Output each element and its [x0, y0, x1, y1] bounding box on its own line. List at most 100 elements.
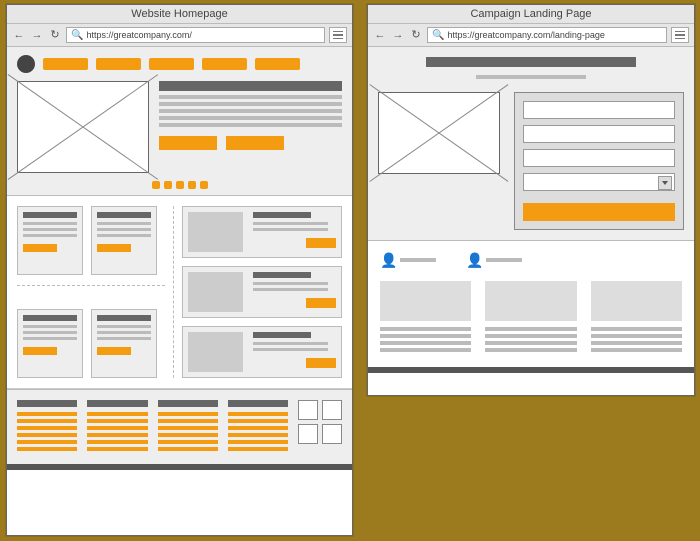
footer-link[interactable] — [158, 440, 218, 444]
feature-image — [485, 281, 576, 321]
cta-button[interactable] — [226, 136, 284, 150]
back-button[interactable]: ← — [373, 28, 387, 42]
social-icon[interactable] — [298, 400, 318, 420]
list-item[interactable] — [182, 206, 342, 258]
nav-link[interactable] — [255, 58, 300, 70]
footer-link[interactable] — [228, 419, 288, 423]
content-card[interactable] — [91, 309, 157, 378]
nav-link[interactable] — [149, 58, 194, 70]
carousel-dot[interactable] — [152, 181, 160, 189]
footer-link[interactable] — [87, 419, 147, 423]
submit-button[interactable] — [523, 203, 675, 221]
vertical-divider — [173, 206, 174, 378]
card-title — [97, 212, 151, 218]
card-cta[interactable] — [97, 244, 131, 252]
nav-link[interactable] — [43, 58, 88, 70]
footer-link[interactable] — [228, 433, 288, 437]
back-button[interactable]: ← — [12, 28, 26, 42]
footer-link[interactable] — [87, 433, 147, 437]
reload-button[interactable]: ↻ — [48, 28, 62, 42]
top-nav — [17, 55, 342, 73]
footer-link[interactable] — [158, 412, 218, 416]
footer-link[interactable] — [17, 412, 77, 416]
text-line — [97, 234, 151, 237]
hero-image-placeholder — [378, 92, 500, 174]
avatar-icon: 👤 — [380, 253, 394, 267]
footer-column — [17, 400, 77, 454]
select-input[interactable] — [523, 173, 675, 191]
content-card[interactable] — [17, 309, 83, 378]
footer-link[interactable] — [87, 447, 147, 451]
search-icon: 🔍 — [71, 30, 83, 41]
footer-link[interactable] — [17, 433, 77, 437]
nav-link[interactable] — [96, 58, 141, 70]
social-icons — [298, 400, 342, 454]
text-line — [159, 109, 342, 113]
footer-link[interactable] — [17, 447, 77, 451]
content-card[interactable] — [91, 206, 157, 275]
carousel-dot[interactable] — [188, 181, 196, 189]
search-icon: 🔍 — [432, 30, 444, 41]
footer-link[interactable] — [158, 419, 218, 423]
footer-link[interactable] — [228, 412, 288, 416]
footer-link[interactable] — [228, 426, 288, 430]
footer-column — [158, 400, 218, 454]
footer-link[interactable] — [87, 440, 147, 444]
feature-column — [591, 281, 682, 355]
item-title — [253, 332, 311, 338]
list-item[interactable] — [182, 266, 342, 318]
item-cta[interactable] — [306, 358, 336, 368]
social-icon[interactable] — [322, 424, 342, 444]
footer-link[interactable] — [87, 412, 147, 416]
text-line — [23, 222, 77, 225]
text-input[interactable] — [523, 101, 675, 119]
social-icon[interactable] — [322, 400, 342, 420]
card-cta[interactable] — [23, 347, 57, 355]
cta-button[interactable] — [159, 136, 217, 150]
card-cta[interactable] — [97, 347, 131, 355]
hero-row — [378, 92, 684, 230]
thumbnail — [188, 332, 243, 372]
social-icon[interactable] — [298, 424, 318, 444]
footer-link[interactable] — [158, 426, 218, 430]
footer-link[interactable] — [228, 440, 288, 444]
landing-body: 👤 👤 — [368, 241, 694, 367]
list-item[interactable] — [182, 326, 342, 378]
carousel-dot[interactable] — [200, 181, 208, 189]
item-title — [253, 272, 311, 278]
url-input[interactable]: 🔍 https://greatcompany.com/landing-page — [427, 27, 667, 43]
text-line — [485, 327, 576, 331]
footer-link[interactable] — [17, 426, 77, 430]
footer-link[interactable] — [158, 447, 218, 451]
item-cta[interactable] — [306, 238, 336, 248]
forward-button[interactable]: → — [30, 28, 44, 42]
footer-link[interactable] — [17, 419, 77, 423]
hamburger-menu-icon[interactable] — [329, 27, 347, 43]
forward-button[interactable]: → — [391, 28, 405, 42]
footer-link[interactable] — [17, 440, 77, 444]
text-input[interactable] — [523, 125, 675, 143]
footer-link[interactable] — [87, 426, 147, 430]
text-line — [380, 334, 471, 338]
footer-link[interactable] — [228, 447, 288, 451]
url-input[interactable]: 🔍 https://greatcompany.com/ — [66, 27, 325, 43]
carousel-dot[interactable] — [164, 181, 172, 189]
landing-hero — [368, 47, 694, 241]
nav-link[interactable] — [202, 58, 247, 70]
item-cta[interactable] — [306, 298, 336, 308]
text-line — [23, 234, 77, 237]
landing-viewport: 👤 👤 — [368, 47, 694, 367]
hamburger-menu-icon[interactable] — [671, 27, 689, 43]
thumbnail — [188, 272, 243, 312]
card-cta[interactable] — [23, 244, 57, 252]
footer-link[interactable] — [158, 433, 218, 437]
carousel-dot[interactable] — [176, 181, 184, 189]
content-card[interactable] — [17, 206, 83, 275]
text-line — [97, 222, 151, 225]
homepage-header — [7, 47, 352, 196]
reload-button[interactable]: ↻ — [409, 28, 423, 42]
text-input[interactable] — [523, 149, 675, 167]
text-line — [380, 341, 471, 345]
logo[interactable] — [17, 55, 35, 73]
browser-landing-page: Campaign Landing Page ← → ↻ 🔍 https://gr… — [367, 4, 695, 396]
